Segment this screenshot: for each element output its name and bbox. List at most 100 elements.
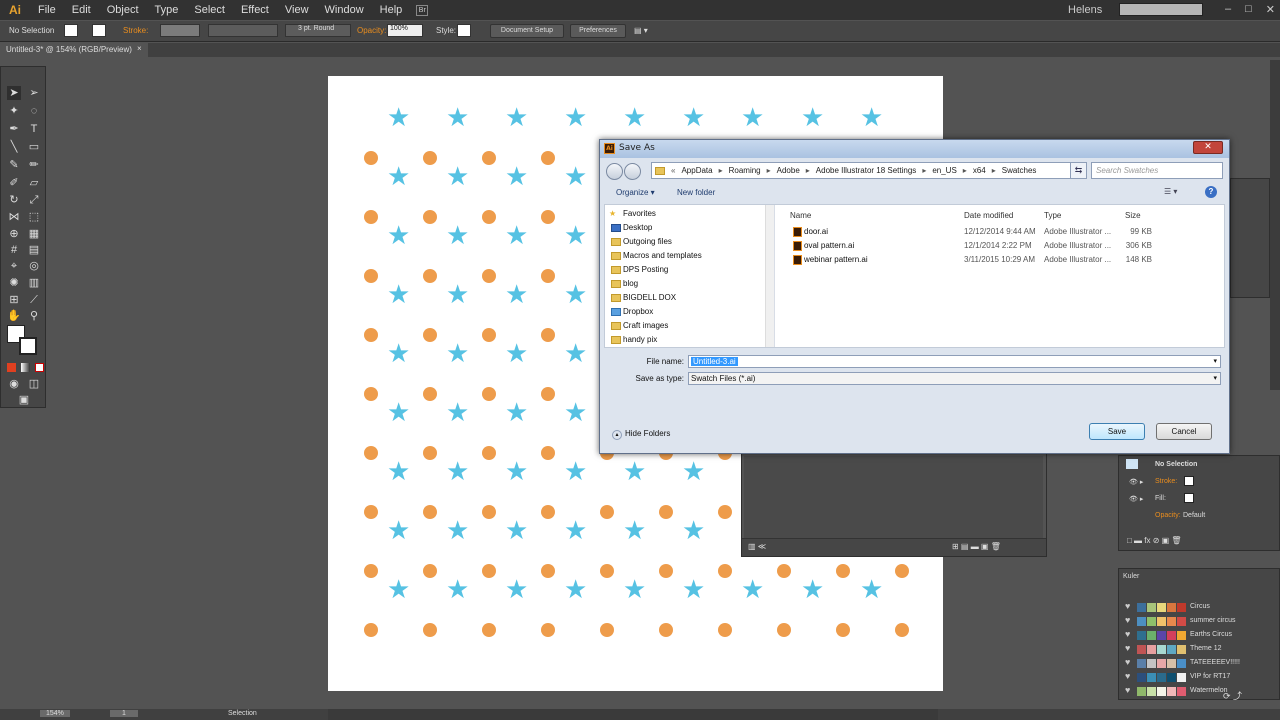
eye-icon[interactable]: 👁 ▸ xyxy=(1129,495,1143,503)
appearance-stroke-label[interactable]: Stroke: xyxy=(1155,478,1177,485)
menu-window[interactable]: Window xyxy=(317,4,372,16)
file-row[interactable]: door.ai 12/12/2014 9:44 AM Adobe Illustr… xyxy=(785,225,1225,239)
tree-item-blog[interactable]: blog xyxy=(611,277,638,291)
eyedropper-icon[interactable]: ⌖ xyxy=(7,259,21,273)
chevron-down-icon[interactable]: ▾ xyxy=(1213,374,1217,382)
breadcrumb-item[interactable]: Swatches xyxy=(1002,166,1037,175)
back-button[interactable] xyxy=(606,163,623,180)
tree-item-desktop[interactable]: Desktop xyxy=(611,221,652,235)
heart-icon[interactable]: ♥ xyxy=(1125,601,1134,611)
slice-tool-icon[interactable]: ⟋ xyxy=(27,293,41,307)
tree-item-favorites[interactable]: ★ Favorites xyxy=(609,207,656,221)
kuler-theme-row[interactable]: ♥ TATEEEEEV!!!!! xyxy=(1123,657,1273,670)
menu-file[interactable]: File xyxy=(30,4,64,16)
perspective-grid-icon[interactable]: ▦ xyxy=(27,227,41,241)
heart-icon[interactable]: ♥ xyxy=(1125,629,1134,639)
stroke-label[interactable]: Stroke: xyxy=(123,26,148,35)
swatch-actions-icons[interactable]: ⊞ ▤ ▬ ▣ 🗑 xyxy=(952,542,1001,551)
blob-brush-icon[interactable]: ✐ xyxy=(7,176,21,190)
close-tab-icon[interactable]: × xyxy=(137,44,142,53)
artboard-tool-icon[interactable]: ⊞ xyxy=(7,293,21,307)
lasso-tool-icon[interactable]: ◌ xyxy=(27,104,41,118)
appearance-footer-icons[interactable]: □ ▬ fx ⊘ ▣ 🗑 xyxy=(1127,536,1182,545)
help-search-input[interactable] xyxy=(1119,3,1203,16)
stroke-weight-input[interactable] xyxy=(160,24,200,37)
tree-scrollbar[interactable] xyxy=(765,205,774,347)
hide-folders-button[interactable]: ▴ Hide Folders xyxy=(612,429,670,440)
paintbrush-icon[interactable]: ✎ xyxy=(7,158,21,172)
kuler-refresh-icon[interactable]: ⟳ ⤴ xyxy=(1223,689,1242,702)
type-tool-icon[interactable]: T xyxy=(27,122,41,136)
appearance-fill-label[interactable]: Fill: xyxy=(1155,495,1166,502)
file-row[interactable]: webinar pattern.ai 3/11/2015 10:29 AM Ad… xyxy=(785,253,1225,267)
view-options-icon[interactable]: ☰ ▾ xyxy=(1164,187,1177,196)
blend-tool-icon[interactable]: ◎ xyxy=(27,259,41,273)
help-icon[interactable]: ? xyxy=(1205,186,1217,198)
tree-item-macros[interactable]: Macros and templates xyxy=(611,249,702,263)
opacity-input[interactable]: 100% xyxy=(387,24,423,37)
zoom-select[interactable]: 154% xyxy=(40,710,70,717)
dialog-close-button[interactable]: ✕ xyxy=(1193,141,1223,154)
arrange-icon[interactable]: ▤ ▾ xyxy=(634,26,648,35)
width-tool-icon[interactable]: ⋈ xyxy=(7,210,21,224)
swatch-library-icon[interactable]: ▥ ≪ xyxy=(748,542,766,551)
magic-wand-icon[interactable]: ✦ xyxy=(7,104,21,118)
hand-tool-icon[interactable]: ✋ xyxy=(7,309,21,323)
direct-selection-tool-icon[interactable]: ➢ xyxy=(27,86,41,100)
menu-type[interactable]: Type xyxy=(147,4,187,16)
selection-tool-icon[interactable]: ➤ xyxy=(7,86,21,100)
appearance-fill-swatch[interactable] xyxy=(1184,493,1194,503)
heart-icon[interactable]: ♥ xyxy=(1125,671,1134,681)
kuler-theme-row[interactable]: ♥ summer circus xyxy=(1123,615,1273,628)
heart-icon[interactable]: ♥ xyxy=(1125,685,1134,695)
symbol-sprayer-icon[interactable]: ✺ xyxy=(7,276,21,290)
rotate-tool-icon[interactable]: ↻ xyxy=(7,193,21,207)
stroke-swatch[interactable] xyxy=(92,24,106,37)
zoom-tool-icon[interactable]: ⚲ xyxy=(27,309,41,323)
tree-item-dropbox[interactable]: Dropbox xyxy=(611,305,653,319)
stroke-color-swatch[interactable] xyxy=(19,337,37,355)
kuler-theme-row[interactable]: ♥ Circus xyxy=(1123,601,1273,614)
bridge-button[interactable]: Br xyxy=(416,4,429,16)
heart-icon[interactable]: ♥ xyxy=(1125,657,1134,667)
savetype-select[interactable]: Swatch Files (*.ai) ▾ xyxy=(688,372,1221,385)
minimize-icon[interactable]: – xyxy=(1225,3,1231,16)
eye-icon[interactable]: 👁 ▸ xyxy=(1129,478,1143,486)
search-input[interactable]: Search Swatches xyxy=(1091,162,1223,179)
column-header-name[interactable]: Name xyxy=(790,211,811,220)
draw-inside-icon[interactable]: ◫ xyxy=(27,377,41,391)
address-bar[interactable]: « AppData ▸ Roaming ▸ Adobe ▸ Adobe Illustr… xyxy=(651,162,1086,179)
pencil-icon[interactable]: ✏ xyxy=(27,158,41,172)
close-icon[interactable]: ✕ xyxy=(1266,3,1275,16)
appearance-opacity-label[interactable]: Opacity: xyxy=(1155,512,1181,519)
breadcrumb-item[interactable]: Adobe xyxy=(777,166,800,175)
artboard-number-input[interactable]: 1 xyxy=(110,710,138,717)
forward-button[interactable] xyxy=(624,163,641,180)
menu-edit[interactable]: Edit xyxy=(64,4,99,16)
filename-input[interactable]: Untitled-3.ai ▾ xyxy=(688,355,1221,368)
menu-object[interactable]: Object xyxy=(99,4,147,16)
panel-scrollbar[interactable] xyxy=(1270,60,1280,390)
kuler-theme-row[interactable]: ♥ Earths Circus xyxy=(1123,629,1273,642)
breadcrumb-overflow[interactable]: « xyxy=(671,166,675,175)
shape-builder-icon[interactable]: ⊕ xyxy=(7,227,21,241)
line-tool-icon[interactable]: ╲ xyxy=(7,140,21,154)
tree-item-handy-pix[interactable]: handy pix xyxy=(611,333,657,347)
maximize-icon[interactable]: □ xyxy=(1245,3,1252,16)
brush-select[interactable]: 3 pt. Round xyxy=(285,24,351,37)
document-tab[interactable]: Untitled-3* @ 154% (RGB/Preview) × xyxy=(0,43,148,57)
breadcrumb-item[interactable]: Roaming xyxy=(729,166,761,175)
tree-item-bigdell-dox[interactable]: BIGDELL DOX xyxy=(611,291,676,305)
user-menu[interactable]: Helens xyxy=(1068,4,1102,16)
variable-width-select[interactable] xyxy=(208,24,278,37)
kuler-theme-row[interactable]: ♥ Watermelon xyxy=(1123,685,1273,698)
opacity-label[interactable]: Opacity: xyxy=(357,26,386,35)
none-mode-icon[interactable] xyxy=(35,363,44,372)
refresh-icon[interactable]: ⇆ xyxy=(1070,162,1087,179)
heart-icon[interactable]: ♥ xyxy=(1125,643,1134,653)
heart-icon[interactable]: ♥ xyxy=(1125,615,1134,625)
file-row[interactable]: oval pattern.ai 12/1/2014 2:22 PM Adobe … xyxy=(785,239,1225,253)
document-setup-button[interactable]: Document Setup xyxy=(490,24,564,38)
breadcrumb-item[interactable]: x64 xyxy=(973,166,986,175)
mesh-tool-icon[interactable]: # xyxy=(7,243,21,257)
